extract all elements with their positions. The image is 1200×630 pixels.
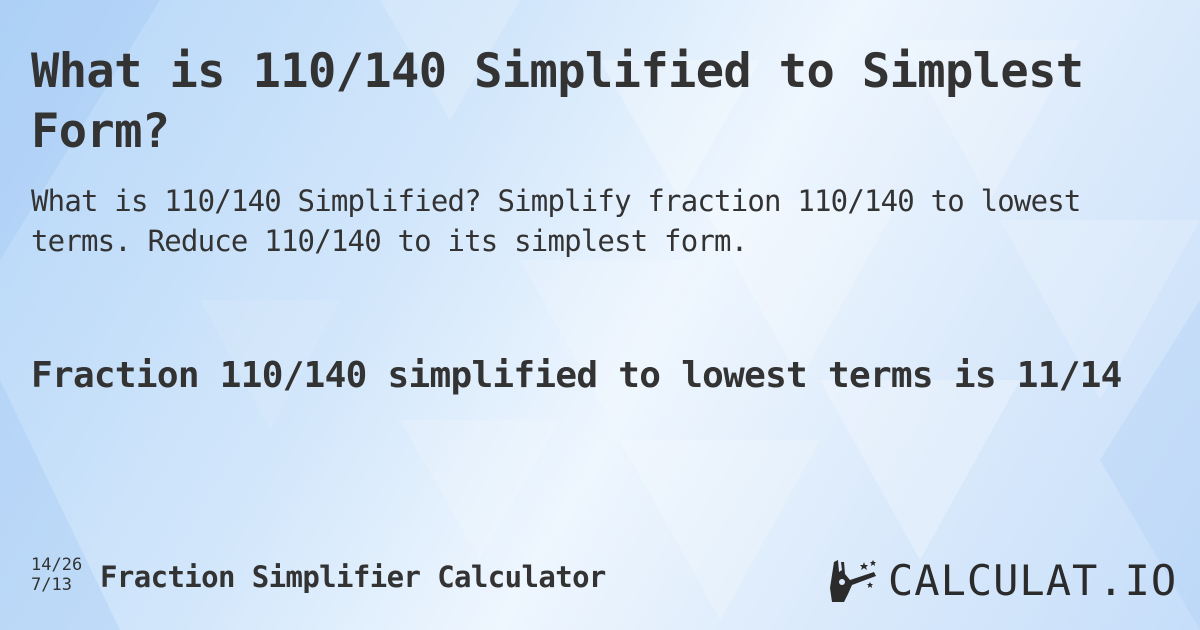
logo-text: CALCULAT.IO: [888, 556, 1178, 605]
footer-fraction-example: 14/26 7/13: [31, 555, 82, 595]
page-content: What is 110/140 Simplified to Simplest F…: [0, 0, 1200, 630]
page-description: What is 110/140 Simplified? Simplify fra…: [31, 184, 1081, 258]
calculator-name: Fraction Simplifier Calculator: [100, 560, 606, 594]
footer-fraction-bottom: 7/13: [31, 575, 72, 595]
magic-wand-hand-icon: [830, 559, 876, 602]
answer-statement: Fraction 110/140 simplified to lowest te…: [31, 355, 1122, 396]
page-title: What is 110/140 Simplified to Simplest F…: [31, 44, 1084, 159]
calculat-io-logo[interactable]: CALCULAT.IO: [826, 556, 1177, 605]
footer-fraction-top: 14/26: [31, 555, 83, 575]
